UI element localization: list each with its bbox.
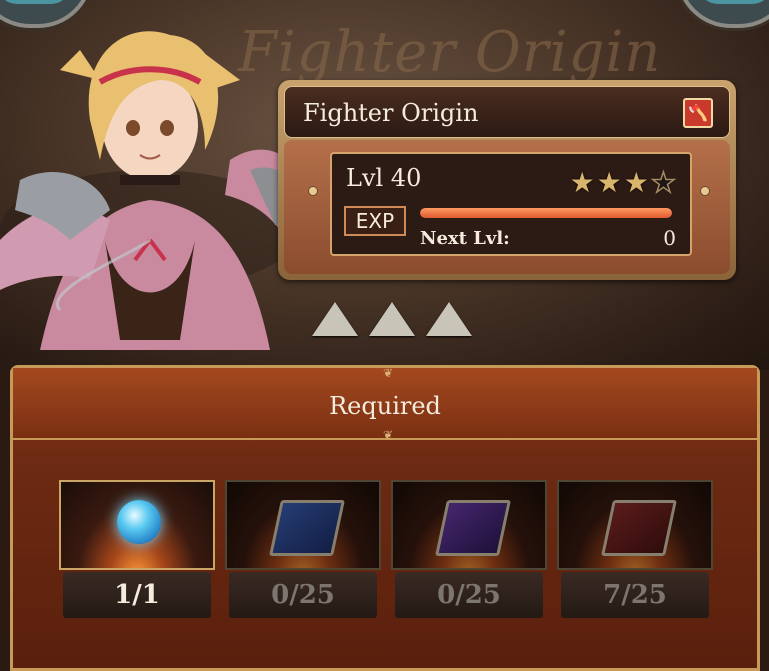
exp-bar — [420, 208, 672, 218]
triangle-mark-icon — [369, 302, 416, 336]
material-item[interactable]: 0/25 — [391, 480, 547, 620]
card-title: Fighter Origin — [303, 99, 479, 127]
required-header: ❦ Required ❦ — [13, 366, 757, 442]
blue-orb-icon — [117, 500, 161, 544]
material-item[interactable]: 0/25 — [225, 480, 381, 620]
axe-icon[interactable]: 🪓 — [683, 98, 713, 128]
material-count: 1/1 — [63, 572, 211, 618]
star-filled-icon: ★ — [623, 166, 651, 199]
corner-ornament-right — [676, 0, 769, 28]
required-title: Required — [329, 392, 441, 420]
material-item[interactable]: 7/25 — [557, 480, 713, 620]
material-count: 7/25 — [561, 572, 709, 618]
material-count: 0/25 — [229, 572, 377, 618]
flourish-icon: ❦ — [382, 428, 394, 442]
red-book-icon — [601, 500, 677, 556]
card-header: Fighter Origin 🪓 — [284, 86, 730, 138]
next-level-value: 0 — [663, 226, 676, 250]
level-label: Lvl 40 — [346, 164, 422, 192]
summon-info-card: Fighter Origin 🪓 Lvl 40 ★★★★ EXP Next Lv… — [278, 80, 736, 280]
exp-badge: EXP — [344, 206, 406, 236]
material-item[interactable]: 1/1 — [59, 480, 215, 620]
rivet-icon — [308, 186, 318, 196]
uncap-stars: ★★★★ — [569, 165, 678, 200]
flourish-icon: ❦ — [382, 366, 394, 380]
material-image — [59, 480, 215, 570]
material-image — [225, 480, 381, 570]
star-filled-icon: ★ — [569, 166, 597, 199]
card-body: Lvl 40 ★★★★ EXP Next Lvl: 0 — [284, 140, 730, 274]
required-panel: ❦ Required ❦ 1/1 0/25 0/25 7/25 — [10, 365, 760, 671]
material-image — [391, 480, 547, 570]
star-filled-icon: ★ — [596, 166, 624, 199]
level-panel: Lvl 40 ★★★★ EXP Next Lvl: 0 — [330, 152, 692, 256]
purple-book-icon — [435, 500, 511, 556]
rivet-icon — [700, 186, 710, 196]
star-empty-icon: ★ — [650, 165, 678, 200]
triangle-mark-icon — [426, 302, 473, 336]
material-count: 0/25 — [395, 572, 543, 618]
material-image — [557, 480, 713, 570]
exp-bar-fill — [420, 208, 672, 218]
blue-book-icon — [269, 500, 345, 556]
next-level-label: Next Lvl: — [420, 228, 510, 249]
triangle-mark-icon — [312, 302, 358, 336]
limit-break-marks — [312, 302, 478, 340]
